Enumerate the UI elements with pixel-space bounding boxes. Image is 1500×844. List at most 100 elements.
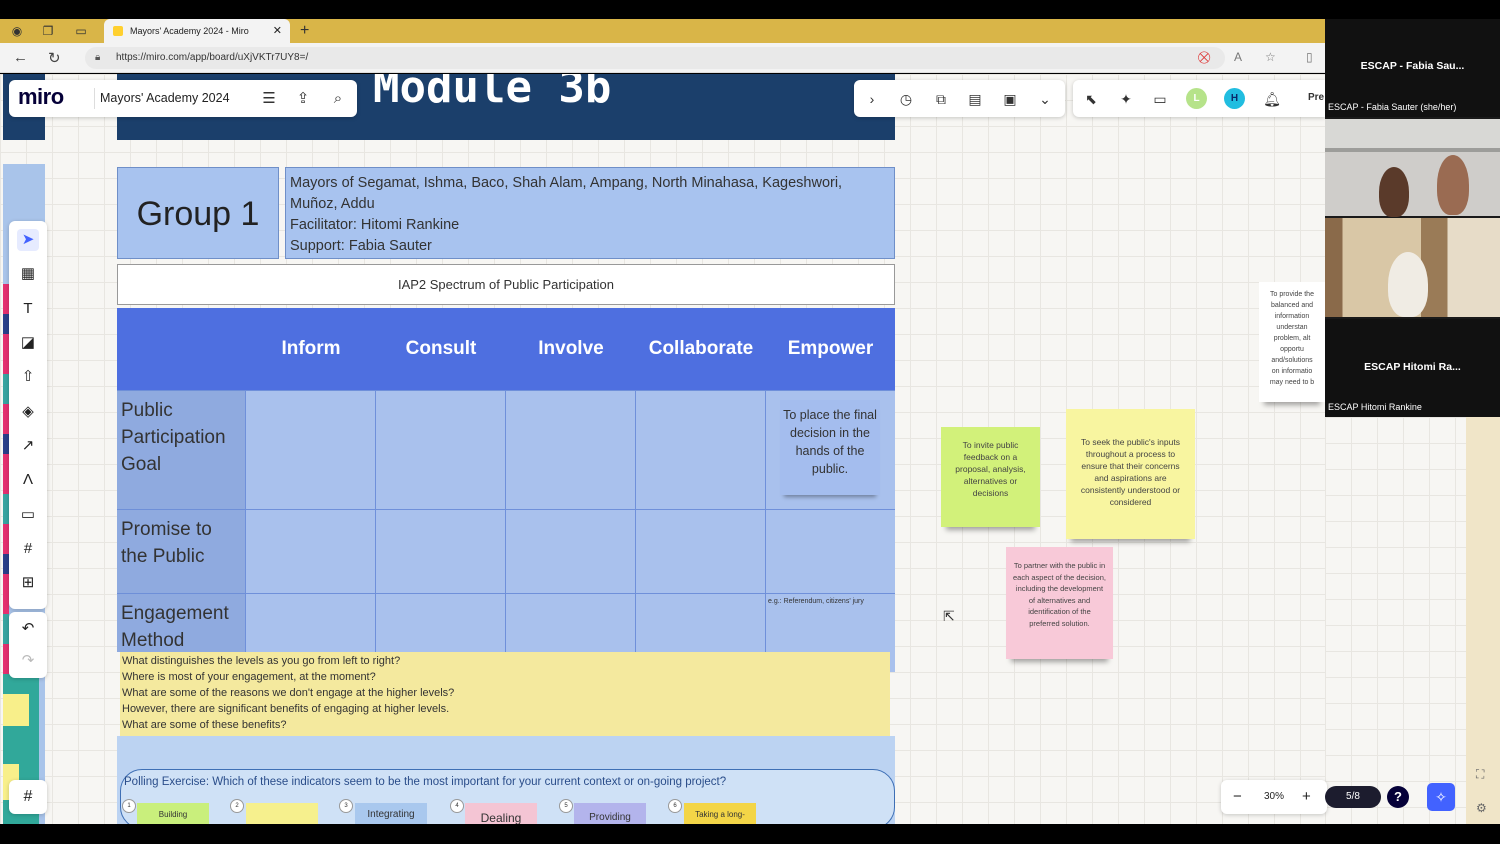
sticky-collaborate[interactable]: To partner with the public in each aspec… <box>1006 547 1113 659</box>
new-tab-button[interactable]: + <box>300 19 309 43</box>
poll-option[interactable]: Dealing <box>465 803 537 824</box>
sticky-involve[interactable]: To seek the public's inputs throughout a… <box>1066 409 1195 539</box>
poll-option[interactable]: Integrating <box>355 803 427 824</box>
frame-icon[interactable]: # <box>17 538 39 560</box>
read-aloud-icon[interactable]: A <box>1234 50 1242 64</box>
url-field[interactable]: 🔒︎ https://miro.com/app/board/uXjVKTr7UY… <box>85 47 1225 69</box>
mayors-info-box[interactable]: Mayors of Segamat, Ishma, Baco, Shah Ala… <box>285 167 895 259</box>
group-label-box[interactable]: Group 1 <box>117 167 279 259</box>
back-icon[interactable]: ← <box>13 49 28 66</box>
sticky-inform-line: problem, alt <box>1273 335 1311 342</box>
table-cell[interactable] <box>375 593 505 652</box>
tab-actions-icon[interactable]: ▭ <box>73 23 89 39</box>
participant-video-person <box>1437 155 1469 215</box>
table-cell[interactable] <box>375 390 505 509</box>
more-tools-icon[interactable]: ⊞ <box>17 572 39 594</box>
table-cell[interactable] <box>245 509 375 593</box>
redo-icon[interactable]: ↷ <box>17 650 39 672</box>
pages-indicator[interactable]: 5/8 <box>1325 786 1381 808</box>
table-cell[interactable] <box>505 593 635 652</box>
table-cell[interactable] <box>765 509 895 593</box>
voting-icon[interactable]: ▣ <box>999 88 1021 110</box>
poll-option[interactable]: Taking a long- <box>684 803 756 824</box>
example-note[interactable]: e.g.: Referendum, citizens' jury <box>768 598 864 605</box>
video-tile[interactable]: ESCAP Hitomi Ra... ESCAP Hitomi Rankine <box>1325 319 1500 417</box>
video-tile[interactable] <box>1325 218 1500 317</box>
zoom-in-icon[interactable]: + <box>1302 780 1311 814</box>
participant-name: ESCAP - Fabia Sau... <box>1360 60 1465 72</box>
mayors-line: Muñoz, Addu <box>290 196 375 212</box>
draw-icon[interactable]: Λ <box>17 469 39 491</box>
text-tool-icon[interactable]: T <box>17 298 39 320</box>
poll-option[interactable]: Building <box>137 803 209 824</box>
split-screen-icon[interactable]: ▯ <box>1306 50 1313 64</box>
table-cell[interactable] <box>635 509 765 593</box>
sticky-note-icon[interactable]: ◪ <box>17 332 39 354</box>
notes-icon[interactable]: ▤ <box>964 88 986 110</box>
profile-icon[interactable]: ◉ <box>9 23 25 39</box>
avatar[interactable]: L <box>1186 88 1207 109</box>
templates-icon[interactable]: ▦ <box>17 263 39 285</box>
poll-number: 3 <box>339 799 353 813</box>
screen-share-icon[interactable]: ⧉ <box>930 88 952 110</box>
table-cell[interactable] <box>245 390 375 509</box>
miro-canvas[interactable]: Module 3b Group 1 Mayors of Segamat, Ish… <box>0 74 1325 824</box>
comments-icon[interactable]: ▭ <box>1149 88 1171 110</box>
discussion-questions[interactable]: What distinguishes the levels as you go … <box>120 652 890 736</box>
browser-tab[interactable]: Mayors' Academy 2024 - Miro ✕ <box>104 19 290 43</box>
tracking-prevention-icon[interactable]: ⛒ <box>1198 50 1210 65</box>
settings-gear-icon[interactable]: ⚙ <box>1476 801 1487 815</box>
sticky-consult[interactable]: To invite public feedback on a proposal,… <box>941 427 1040 527</box>
comment-icon[interactable]: ▭ <box>17 504 39 526</box>
present-button[interactable]: Pre <box>1308 92 1324 103</box>
close-tab-icon[interactable]: ✕ <box>273 19 282 43</box>
menu-icon[interactable]: ☰ <box>258 88 280 110</box>
sticky-inform[interactable]: To provide the balanced and information … <box>1259 282 1325 402</box>
empower-goal-sticky[interactable]: To place the final decision in the hands… <box>780 400 880 495</box>
expand-chevron-icon[interactable]: › <box>861 88 883 110</box>
poll-number: 1 <box>122 799 136 813</box>
collaboration-toolbar: › ◷ ⧉ ▤ ▣ ⌄ <box>854 80 1065 117</box>
row-label-method: Engagement Method <box>117 593 245 652</box>
timer-icon[interactable]: ◷ <box>895 88 917 110</box>
ai-assist-icon[interactable]: ✧ <box>1427 783 1455 811</box>
table-cell[interactable] <box>245 593 375 652</box>
pen-icon[interactable]: ↗ <box>17 435 39 457</box>
help-icon[interactable]: ? <box>1387 786 1409 808</box>
refresh-icon[interactable]: ↻ <box>48 49 61 67</box>
undo-redo-bar: ↶ ↷ <box>9 612 47 678</box>
bell-icon[interactable]: 🔔︎ <box>1261 88 1283 110</box>
search-icon[interactable]: ⌕ <box>327 88 349 110</box>
table-cell[interactable] <box>635 390 765 509</box>
poll-option[interactable] <box>246 803 318 824</box>
video-tile[interactable] <box>1325 119 1500 217</box>
upload-icon[interactable]: ⇧ <box>17 366 39 388</box>
poll-option[interactable]: Providing <box>574 803 646 824</box>
miro-canvas-extension[interactable] <box>1325 417 1466 824</box>
select-tool-icon[interactable]: ➤ <box>17 229 39 251</box>
zoom-out-icon[interactable]: − <box>1233 780 1242 814</box>
collections-icon[interactable]: ❐ <box>40 23 56 39</box>
follow-cursor-icon[interactable]: ⬉ <box>1080 88 1102 110</box>
more-chevron-icon[interactable]: ⌄ <box>1034 88 1056 110</box>
reactions-icon[interactable]: ✦ <box>1115 88 1137 110</box>
video-tile[interactable]: ESCAP - Fabia Sau... ESCAP - Fabia Saute… <box>1325 19 1500 117</box>
frames-panel-icon[interactable]: # <box>9 780 47 814</box>
undo-icon[interactable]: ↶ <box>17 618 39 640</box>
zoom-controls: − 30% + <box>1221 780 1327 814</box>
table-cell[interactable] <box>505 390 635 509</box>
spectrum-title-box[interactable]: IAP2 Spectrum of Public Participation <box>117 264 895 305</box>
board-name[interactable]: Mayors' Academy 2024 <box>100 91 230 105</box>
miro-logo[interactable]: miro <box>18 84 64 110</box>
shapes-icon[interactable]: ◈ <box>17 401 39 423</box>
table-cell[interactable] <box>375 509 505 593</box>
table-cell[interactable] <box>635 593 765 652</box>
zoom-level[interactable]: 30% <box>1264 780 1284 814</box>
table-cell[interactable] <box>505 509 635 593</box>
export-icon[interactable]: ⇪ <box>292 88 314 110</box>
favorite-star-icon[interactable]: ☆ <box>1265 50 1276 64</box>
participant-label: ESCAP - Fabia Sauter (she/her) <box>1328 102 1457 112</box>
avatar[interactable]: H <box>1224 88 1245 109</box>
question-line: What distinguishes the levels as you go … <box>122 655 401 667</box>
fit-screen-icon[interactable]: ⛶ <box>1476 767 1484 782</box>
